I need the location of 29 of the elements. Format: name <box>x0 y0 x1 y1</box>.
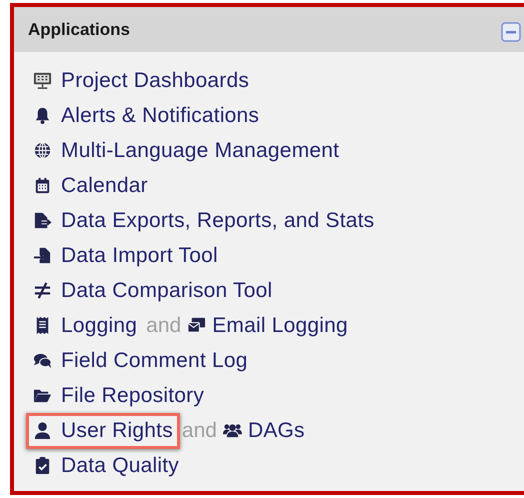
globe-icon <box>33 141 52 160</box>
user-icon <box>33 421 52 440</box>
joiner-text: and <box>146 314 182 338</box>
app-link[interactable]: DAGs <box>248 418 305 442</box>
clipboard-check-icon <box>33 456 52 475</box>
app-link[interactable]: User Rights <box>61 418 173 442</box>
app-link[interactable]: Logging <box>61 314 138 338</box>
app-link[interactable]: Data Import Tool <box>61 244 218 268</box>
file-export-icon <box>33 211 52 230</box>
app-link[interactable]: File Repository <box>61 384 204 408</box>
panel-title: Applications <box>28 20 130 40</box>
app-link[interactable]: Email Logging <box>212 314 348 338</box>
app-link[interactable]: Project Dashboards <box>61 68 250 92</box>
bell-icon <box>33 106 52 125</box>
envelopes-icon <box>187 316 206 335</box>
calendar-icon <box>33 176 52 195</box>
app-link[interactable]: Data Exports, Reports, and Stats <box>61 208 374 232</box>
collapse-icon[interactable] <box>501 22 521 42</box>
app-link[interactable]: Field Comment Log <box>61 348 248 372</box>
app-link[interactable]: Multi-Language Management <box>61 138 340 162</box>
not-equal-icon <box>33 281 52 300</box>
app-link[interactable]: Calendar <box>61 174 148 198</box>
comments-icon <box>33 351 52 370</box>
joiner-text: and <box>182 418 217 442</box>
file-import-icon <box>33 246 52 265</box>
app-link[interactable]: Alerts & Notifications <box>61 104 260 128</box>
app-link[interactable]: Data Comparison Tool <box>61 278 272 302</box>
monitor-icon <box>33 71 52 90</box>
app-link[interactable]: Data Quality <box>61 454 179 478</box>
